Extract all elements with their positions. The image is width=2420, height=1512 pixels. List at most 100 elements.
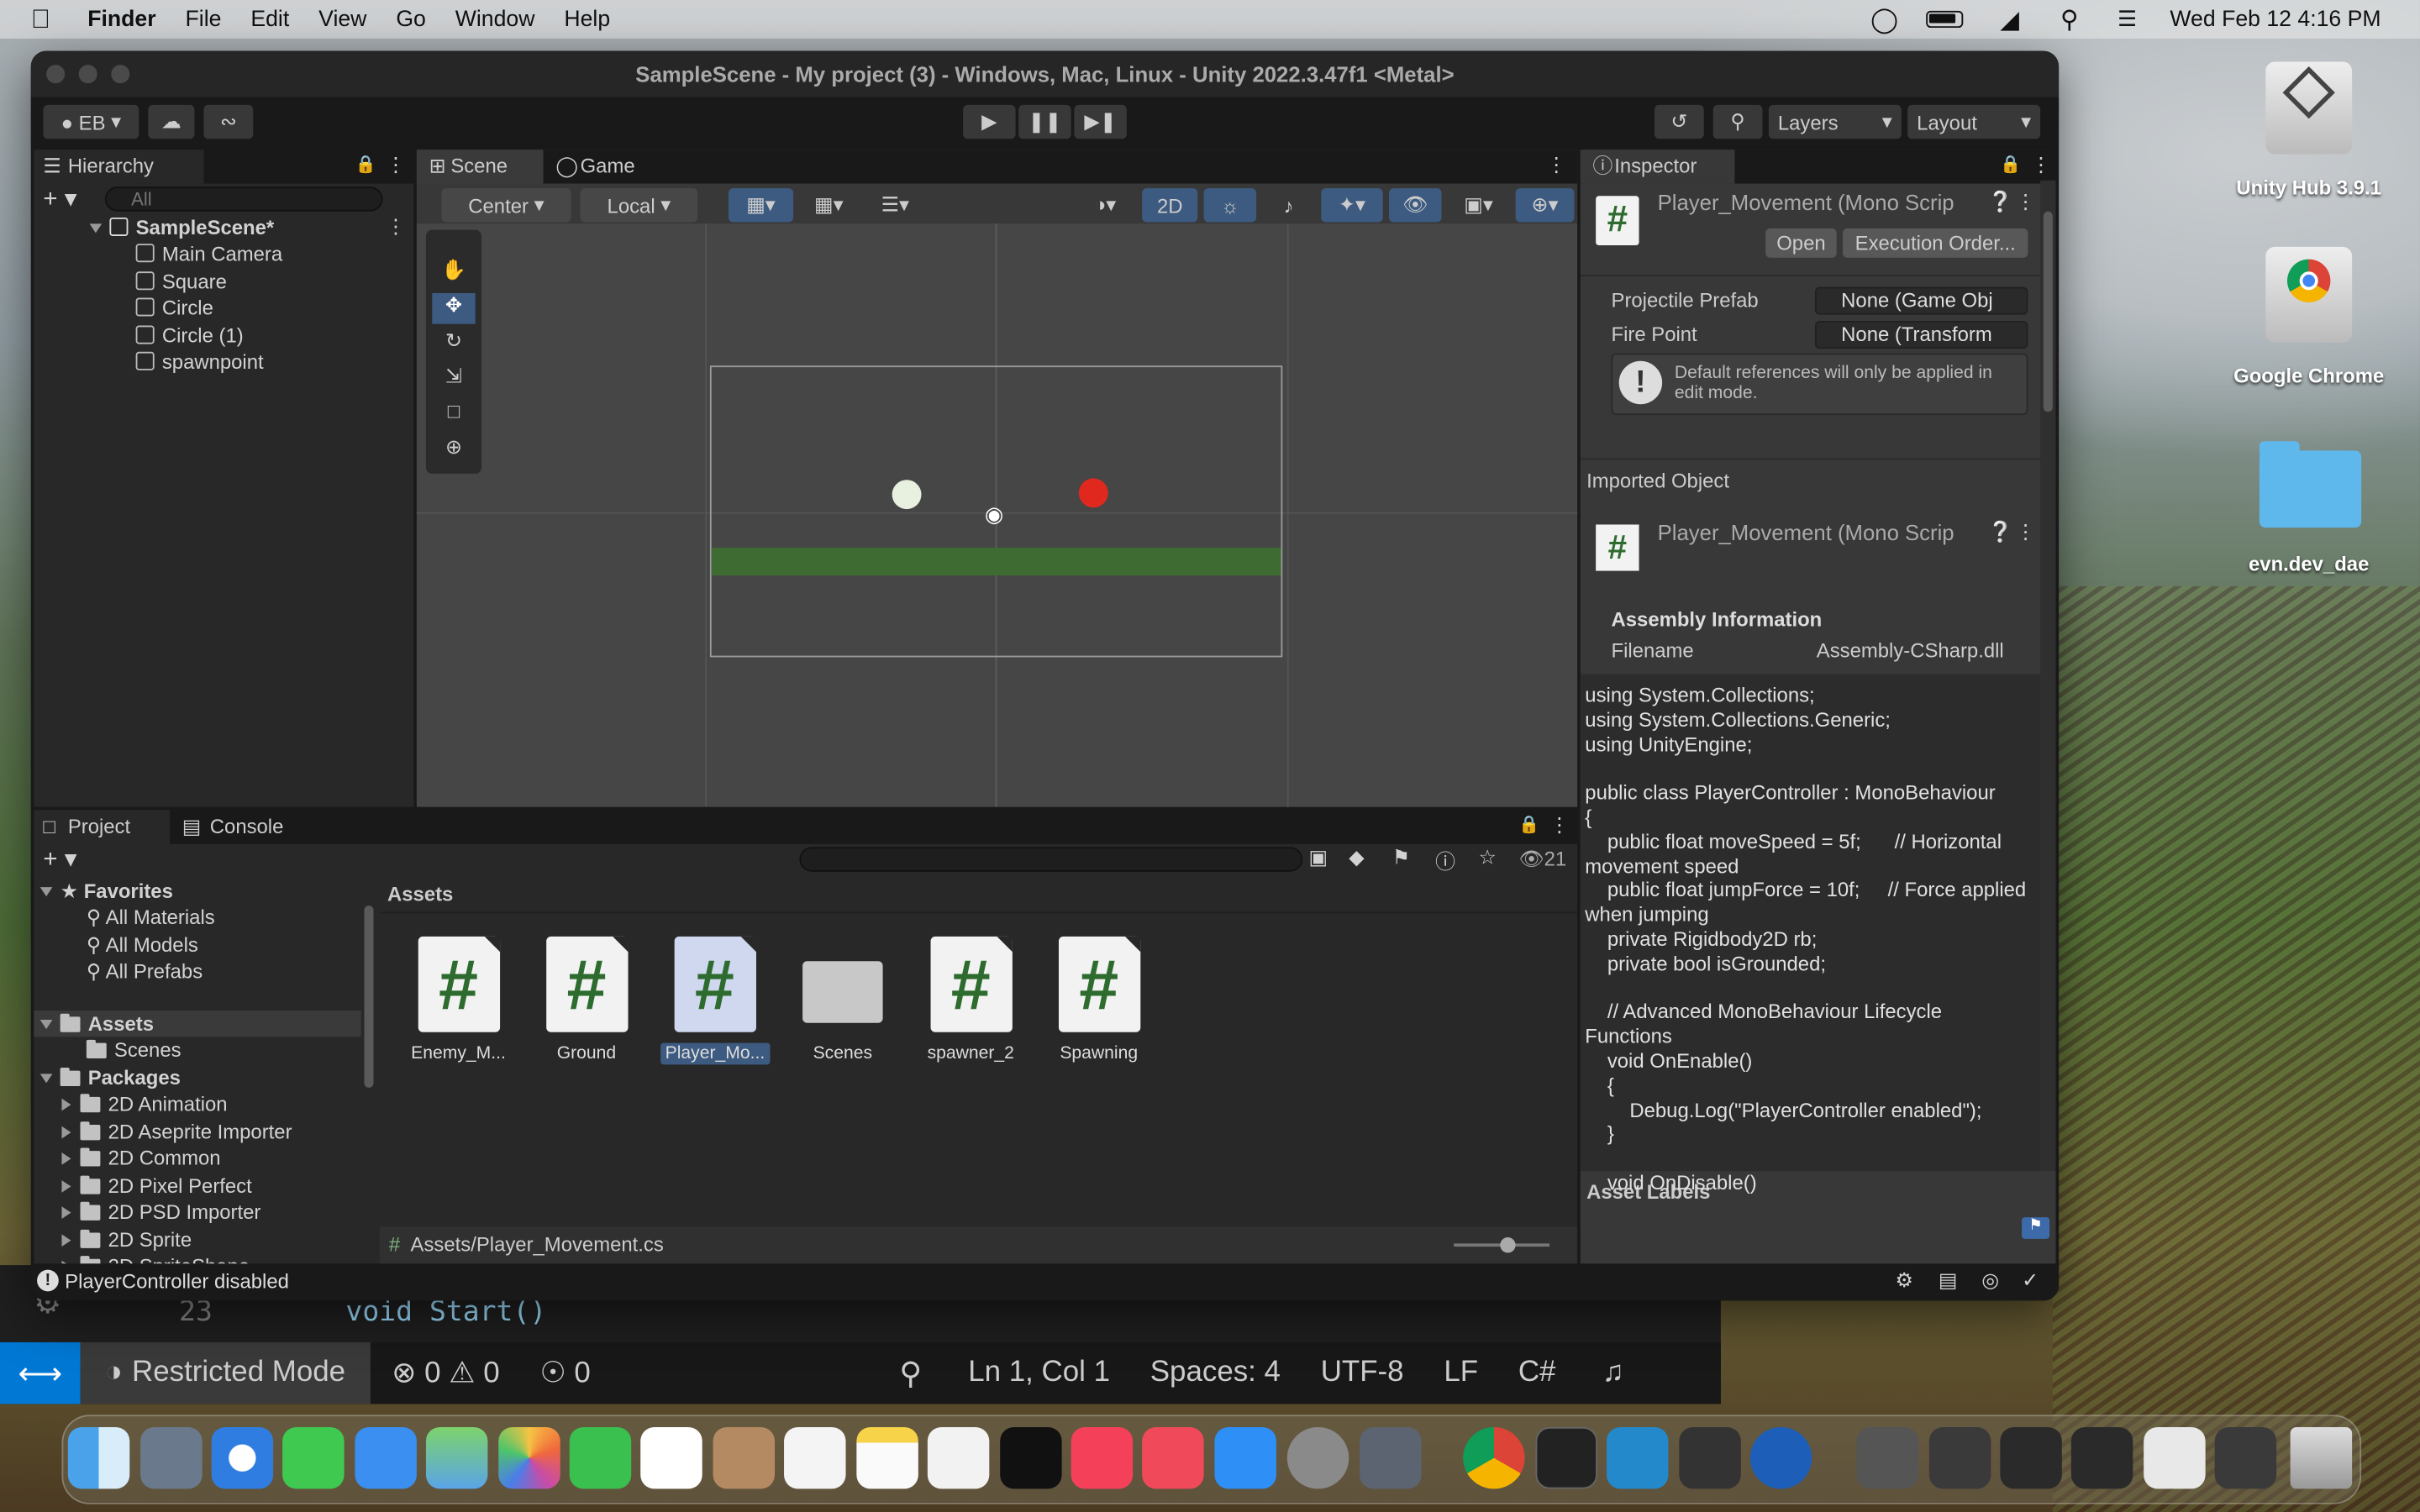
menu-clock[interactable]: Wed Feb 12 4:16 PM xyxy=(2170,7,2381,31)
cursor-position[interactable]: Ln 1, Col 1 xyxy=(968,1356,1110,1389)
freeform-icon[interactable] xyxy=(927,1426,990,1489)
minimized-window-thumb[interactable] xyxy=(2070,1426,2133,1489)
menu-edit[interactable]: Edit xyxy=(250,7,289,31)
battery-icon[interactable] xyxy=(1926,10,1964,29)
package-item[interactable]: 2D SpriteShape xyxy=(61,1252,250,1264)
zoom-slider[interactable] xyxy=(1454,1237,1550,1253)
apple-icon[interactable]:  xyxy=(31,4,50,35)
ports-indicator[interactable]: ☉ 0 xyxy=(539,1356,590,1391)
search-icon[interactable]: ⚲ xyxy=(1712,104,1763,139)
2d-toggle[interactable]: 2D xyxy=(1142,188,1198,223)
add-button[interactable]: + ▾ xyxy=(43,184,76,215)
kebab-menu-icon[interactable]: ⋮ xyxy=(2031,153,2051,177)
package-item[interactable]: 2D Animation xyxy=(61,1091,228,1117)
hand-tool-icon[interactable]: ✋ xyxy=(432,258,475,289)
desktop-label-chrome[interactable]: Google Chrome xyxy=(2201,364,2417,387)
component-menu-icon[interactable]: ⋮ xyxy=(2016,190,2036,214)
debug-icon[interactable]: ⚙ xyxy=(1895,1268,1912,1293)
search-icon[interactable]: ⚲ xyxy=(2060,4,2079,35)
encoding[interactable]: UTF-8 xyxy=(1321,1356,1404,1389)
unity-status-icon[interactable]: ◯ xyxy=(1870,4,1898,35)
execution-order-button[interactable]: Execution Order... xyxy=(1843,228,2028,258)
transform-tool-icon[interactable]: ⊕ xyxy=(432,435,475,466)
problems-indicator[interactable]: ⊗ 0 ⚠ 0 xyxy=(392,1356,499,1391)
scene-root[interactable]: SampleScene* xyxy=(89,214,274,240)
assets-folder[interactable]: Assets xyxy=(34,1011,361,1037)
scene-canvas[interactable]: ◉ xyxy=(416,223,1578,807)
tag-icon[interactable]: ⚑ xyxy=(2022,1217,2050,1239)
step-button[interactable]: ▶❚ xyxy=(1074,104,1127,139)
menu-view[interactable]: View xyxy=(318,7,366,31)
unity-hub-icon[interactable] xyxy=(1360,1426,1422,1489)
zoom-window-button[interactable] xyxy=(111,65,130,84)
menu-help[interactable]: Help xyxy=(564,7,610,31)
photos-icon[interactable] xyxy=(498,1426,560,1489)
wifi-icon[interactable]: ◢ xyxy=(2000,4,2019,35)
packages-folder[interactable]: Packages xyxy=(39,1064,181,1090)
snap-increment-button[interactable]: ▦▾ xyxy=(802,188,855,223)
project-search-input[interactable] xyxy=(799,847,1303,872)
restricted-mode[interactable]: ◑ Restricted Mode xyxy=(80,1341,371,1404)
tab-project[interactable]: □ Project xyxy=(34,810,171,844)
messages-icon[interactable] xyxy=(282,1426,345,1489)
close-window-button[interactable] xyxy=(46,65,66,84)
tree-scrollbar[interactable] xyxy=(360,878,377,1264)
visibility-toggle[interactable]: 👁 xyxy=(1389,188,1442,223)
package-item[interactable]: 2D Sprite xyxy=(61,1226,192,1252)
enemy-circle[interactable] xyxy=(1078,478,1108,508)
layers-dropdown[interactable]: Layers ▾ xyxy=(1768,104,1902,139)
version-control-icon[interactable]: ∾ xyxy=(203,104,254,139)
kebab-menu-icon[interactable]: ⋮ xyxy=(1546,153,1566,177)
mail-icon[interactable] xyxy=(355,1426,417,1489)
eol[interactable]: LF xyxy=(1444,1356,1478,1389)
network-icon[interactable]: ◎ xyxy=(1981,1268,1999,1293)
reminders-icon[interactable] xyxy=(784,1426,846,1489)
safari-icon[interactable] xyxy=(211,1426,274,1489)
music-icon[interactable] xyxy=(1071,1426,1134,1489)
minimized-window-thumb[interactable] xyxy=(2000,1426,2062,1489)
assets-breadcrumb[interactable]: Assets xyxy=(387,883,453,906)
facetime-icon[interactable] xyxy=(569,1426,632,1489)
package-item[interactable]: 2D Aseprite Importer xyxy=(61,1119,292,1145)
package-item[interactable]: 2D PSD Importer xyxy=(61,1199,260,1225)
unity-disk-icon[interactable] xyxy=(2265,61,2353,155)
effects-dropdown[interactable]: ✦▾ xyxy=(1321,188,1383,223)
hierarchy-search-input[interactable] xyxy=(104,186,383,212)
hierarchy-item[interactable]: Circle xyxy=(135,295,213,321)
create-button[interactable]: + ▾ xyxy=(43,844,76,875)
asset-file[interactable]: # Spawning xyxy=(1044,936,1153,1063)
tab-inspector[interactable]: ⓘ Inspector xyxy=(1580,150,1735,184)
player-circle[interactable] xyxy=(892,480,922,510)
teamviewer-icon[interactable] xyxy=(1749,1426,1812,1489)
asset-folder[interactable]: Scenes xyxy=(789,937,897,1063)
lock-icon[interactable]: 🔒 xyxy=(1518,815,1539,835)
package-item[interactable]: 2D Common xyxy=(61,1145,221,1171)
camera-gizmo-icon[interactable]: ◉ xyxy=(985,501,1003,528)
chrome-icon[interactable] xyxy=(1463,1426,1525,1489)
favorites-header[interactable]: ★ Favorites xyxy=(39,878,173,904)
asset-file[interactable]: # spawner_2 xyxy=(917,936,1025,1063)
help-icon[interactable]: ❔ xyxy=(1988,520,2013,544)
fire-point-field[interactable]: None (Transform xyxy=(1814,321,2028,349)
desktop-label-unity-hub[interactable]: Unity Hub 3.9.1 xyxy=(2201,176,2417,199)
rect-tool-icon[interactable]: □ xyxy=(432,400,475,431)
cloud-icon[interactable]: ☁ xyxy=(148,104,195,139)
warning-filter-icon[interactable]: ⓘ xyxy=(1435,846,1455,875)
filter-tag-icon[interactable]: ⚑ xyxy=(1392,846,1410,870)
hidden-count[interactable]: 👁21 xyxy=(1518,847,1566,871)
minimized-window-thumb[interactable] xyxy=(1928,1426,1991,1489)
favorite-item[interactable]: ⚲ All Models xyxy=(87,932,198,958)
bell-icon[interactable]: ♫ xyxy=(1602,1356,1624,1389)
pause-button[interactable]: ❚❚ xyxy=(1018,104,1071,139)
open-button[interactable]: Open xyxy=(1765,228,1837,258)
maps-icon[interactable] xyxy=(425,1426,488,1489)
desktop-label-folder[interactable]: evn.dev_dae xyxy=(2201,553,2417,576)
tab-hierarchy[interactable]: ☰ Hierarchy xyxy=(34,150,204,184)
asset-file[interactable]: # Ground xyxy=(533,936,641,1063)
package-item[interactable]: 2D Pixel Perfect xyxy=(61,1173,252,1199)
favorite-star-icon[interactable]: ☆ xyxy=(1479,846,1497,870)
asset-file-selected[interactable]: # Player_Mo... xyxy=(660,936,770,1065)
language-mode[interactable]: C# xyxy=(1518,1356,1556,1389)
account-dropdown[interactable]: ● EB ▾ xyxy=(43,104,139,139)
menu-file[interactable]: File xyxy=(186,7,222,31)
